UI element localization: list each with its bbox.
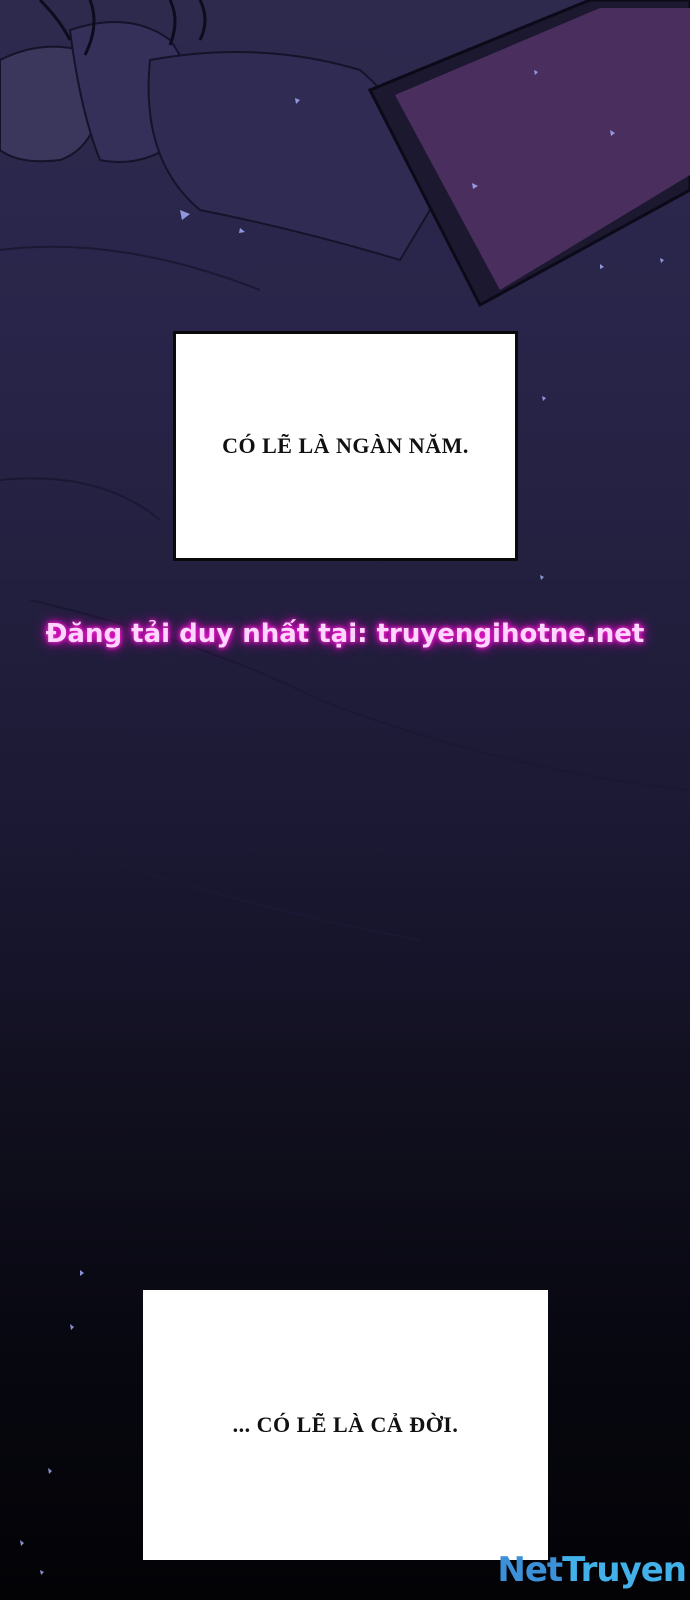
watermark-text: Đăng tải duy nhất tại: truyengihotne.net [45,619,645,649]
caption-text-bottom: ... CÓ LẼ LÀ CẢ ĐỜI. [232,1412,459,1437]
logo-net: Net [497,1550,563,1590]
caption-box-bottom: ... CÓ LẼ LÀ CẢ ĐỜI. [143,1290,548,1560]
comic-panel: CÓ LẼ LÀ NGÀN NĂM. Đăng tải duy nhất tại… [0,0,690,1600]
logo-truyen: Truyen [562,1550,687,1590]
caption-text-top: CÓ LẼ LÀ NGÀN NĂM. [222,433,469,458]
caption-box-top: CÓ LẼ LÀ NGÀN NĂM. [173,331,518,561]
nettruyen-logo: NetTruyen [497,1550,687,1590]
book-illustration [367,0,690,308]
